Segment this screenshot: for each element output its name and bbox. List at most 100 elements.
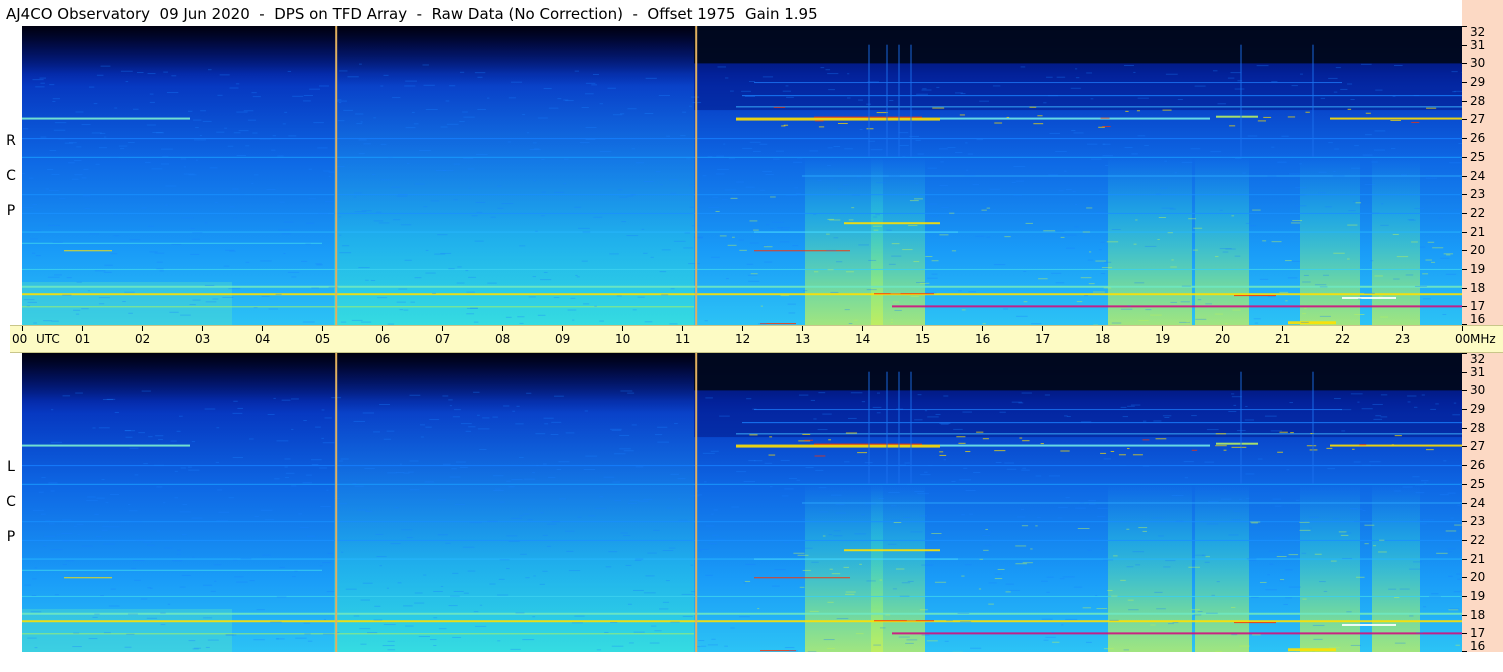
noise-speckle bbox=[775, 150, 785, 152]
noise-speckle bbox=[473, 321, 479, 323]
noise-speckle bbox=[460, 423, 472, 425]
noise-speckle bbox=[174, 497, 179, 499]
noise-speckle bbox=[387, 640, 395, 642]
noise-speckle bbox=[1305, 111, 1310, 113]
noise-speckle bbox=[913, 261, 920, 263]
noise-speckle bbox=[894, 309, 902, 311]
noise-speckle bbox=[564, 530, 575, 532]
rfi-line bbox=[844, 549, 940, 552]
noise-speckle bbox=[1314, 553, 1322, 555]
noise-speckle bbox=[1373, 149, 1386, 151]
noise-speckle bbox=[437, 499, 447, 501]
noise-speckle bbox=[1271, 81, 1278, 83]
noise-speckle bbox=[826, 233, 830, 235]
noise-speckle bbox=[1046, 591, 1050, 593]
noise-speckle bbox=[214, 202, 218, 204]
noise-speckle bbox=[1402, 486, 1413, 488]
side-label-letter: P bbox=[6, 529, 16, 545]
noise-speckle bbox=[828, 439, 832, 441]
noise-speckle bbox=[542, 463, 547, 465]
noise-speckle bbox=[409, 460, 419, 462]
noise-speckle bbox=[254, 516, 259, 518]
noise-speckle bbox=[1086, 641, 1092, 643]
noise-speckle bbox=[712, 534, 719, 536]
noise-speckle bbox=[1100, 452, 1107, 454]
noise-speckle bbox=[1055, 150, 1067, 152]
noise-speckle bbox=[1264, 415, 1277, 417]
noise-speckle bbox=[724, 189, 737, 191]
time-axis: 00 01 02 03 04 05 06 07 08 09 10 11 12 13 14 15 16 17 18 19… bbox=[10, 325, 1503, 353]
noise-speckle bbox=[236, 581, 248, 583]
noise-speckle bbox=[511, 517, 522, 519]
noise-speckle bbox=[236, 154, 247, 156]
noise-speckle bbox=[347, 76, 359, 78]
noise-speckle bbox=[547, 476, 556, 478]
spectrogram-lcp bbox=[22, 353, 1462, 652]
noise-speckle bbox=[850, 392, 863, 394]
noise-speckle bbox=[659, 608, 669, 610]
noise-speckle bbox=[430, 200, 440, 202]
noise-speckle bbox=[425, 426, 432, 428]
noise-speckle bbox=[1422, 519, 1434, 521]
noise-speckle bbox=[122, 301, 126, 303]
noise-speckle bbox=[32, 203, 38, 205]
noise-speckle bbox=[706, 525, 715, 527]
noise-speckle bbox=[845, 432, 858, 434]
noise-speckle bbox=[995, 462, 1002, 464]
noise-speckle bbox=[1217, 103, 1226, 105]
noise-speckle bbox=[1107, 589, 1113, 591]
noise-speckle bbox=[1422, 273, 1429, 275]
noise-speckle bbox=[30, 238, 38, 240]
noise-speckle bbox=[1219, 209, 1223, 211]
noise-speckle bbox=[359, 628, 371, 630]
noise-speckle bbox=[967, 153, 974, 155]
noise-speckle bbox=[476, 154, 488, 156]
noise-speckle bbox=[924, 410, 928, 412]
noise-speckle bbox=[994, 578, 1003, 580]
frequency-tick-label: 20 bbox=[1470, 570, 1486, 585]
noise-speckle bbox=[170, 440, 177, 442]
time-tick-label: 19 bbox=[1155, 332, 1171, 346]
noise-speckle bbox=[835, 503, 845, 505]
noise-speckle bbox=[899, 145, 909, 147]
noise-speckle bbox=[1320, 97, 1326, 99]
noise-speckle bbox=[54, 594, 59, 596]
noise-speckle bbox=[1013, 165, 1026, 167]
noise-speckle bbox=[61, 519, 72, 521]
noise-speckle bbox=[1046, 76, 1053, 78]
noise-speckle bbox=[132, 108, 139, 110]
noise-speckle bbox=[365, 510, 373, 512]
noise-speckle bbox=[926, 640, 938, 642]
noise-speckle bbox=[440, 126, 448, 128]
noise-speckle bbox=[498, 578, 505, 580]
noise-speckle bbox=[519, 322, 524, 324]
noise-speckle bbox=[959, 114, 965, 116]
noise-speckle bbox=[957, 612, 970, 614]
noise-speckle bbox=[81, 177, 87, 179]
noise-speckle bbox=[723, 143, 726, 145]
noise-speckle bbox=[1451, 71, 1458, 73]
noise-speckle bbox=[891, 243, 900, 245]
noise-speckle bbox=[1035, 475, 1042, 477]
frequency-tick bbox=[1462, 194, 1467, 196]
noise-speckle bbox=[1314, 284, 1327, 286]
noise-speckle bbox=[1124, 146, 1133, 148]
noise-speckle bbox=[1211, 594, 1215, 596]
noise-speckle bbox=[665, 580, 670, 582]
noise-speckle bbox=[324, 201, 334, 203]
noise-speckle bbox=[1228, 411, 1237, 413]
rfi-line bbox=[754, 409, 1342, 411]
rfi-line bbox=[874, 293, 934, 295]
noise-speckle bbox=[717, 66, 727, 68]
time-marker-line bbox=[335, 26, 338, 325]
noise-speckle bbox=[984, 544, 992, 546]
rfi-line bbox=[22, 138, 1462, 140]
noise-speckle bbox=[939, 451, 944, 453]
noise-speckle bbox=[769, 436, 773, 438]
time-tick bbox=[82, 326, 83, 331]
noise-speckle bbox=[585, 82, 596, 84]
chart-title: AJ4CO Observatory 09 Jun 2020 - DPS on T… bbox=[6, 5, 818, 23]
noise-speckle bbox=[1274, 505, 1282, 507]
noise-speckle bbox=[24, 584, 32, 586]
noise-speckle bbox=[914, 490, 925, 492]
